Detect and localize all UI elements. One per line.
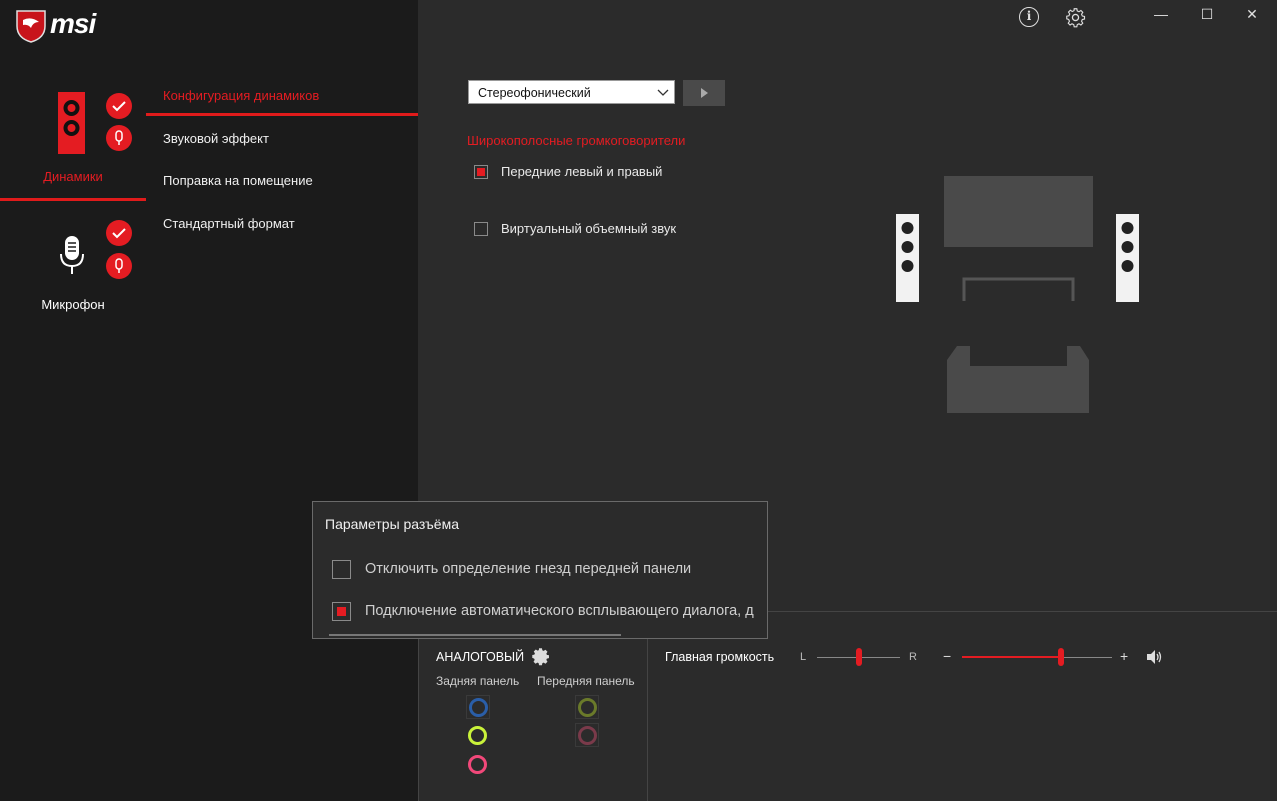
dragon-shield-icon <box>16 10 46 43</box>
settings-gear-icon[interactable] <box>1065 7 1086 28</box>
popup-title: Параметры разъёма <box>325 516 459 532</box>
device-speakers[interactable]: Динамики <box>0 82 146 200</box>
speaker-layout-diagram <box>896 176 1139 413</box>
disable-front-detect-label: Отключить определение гнезд передней пан… <box>365 561 692 577</box>
jack-pink-icon <box>468 755 487 774</box>
virtual-surround-label: Виртуальный объемный звук <box>501 221 677 236</box>
default-device-check-icon[interactable] <box>106 93 132 119</box>
submenu-item-room-correction[interactable]: Поправка на помещение <box>163 173 313 188</box>
balance-slider-thumb[interactable] <box>855 648 862 666</box>
speaker-config-dropdown[interactable]: Стереофонический <box>468 80 675 104</box>
active-device-indicator <box>0 198 146 201</box>
mic-default-check-icon[interactable] <box>106 220 132 246</box>
auto-popup-label: Подключение автоматического всплывающего… <box>365 603 754 619</box>
table <box>962 277 1075 301</box>
speaker-device-icon <box>58 92 85 154</box>
virtual-surround-checkbox[interactable] <box>474 222 488 236</box>
chevron-down-icon <box>657 89 669 96</box>
mic-comm-device-icon[interactable] <box>106 253 132 279</box>
submenu-item-sound-effect[interactable]: Звуковой эффект <box>163 131 269 146</box>
analog-title: АНАЛОГОВЫЙ <box>436 650 525 664</box>
balance-left-label: L <box>800 651 807 663</box>
front-lr-label: Передние левый и правый <box>501 164 663 179</box>
auto-popup-checkbox[interactable] <box>332 602 351 621</box>
default-comm-device-icon[interactable] <box>106 125 132 151</box>
minimize-button[interactable]: — <box>1149 6 1173 22</box>
maximize-button[interactable]: ☐ <box>1195 6 1219 23</box>
brand-name: msi <box>50 8 96 39</box>
front-jack-green[interactable] <box>575 695 599 719</box>
volume-slider-fill <box>962 656 1061 658</box>
checkbox-checked-mark <box>337 607 346 616</box>
volume-plus-button[interactable]: + <box>1120 648 1128 664</box>
sofa <box>947 346 1089 413</box>
speaker-volume-icon[interactable] <box>1146 650 1164 664</box>
section-title: Широкополосные громкоговорители <box>467 133 686 148</box>
close-button[interactable]: ✕ <box>1240 6 1264 23</box>
device-label-speakers: Динамики <box>43 169 103 184</box>
jack-front-green-icon <box>578 698 597 717</box>
dropdown-selected-value: Стереофонический <box>478 86 591 100</box>
left-speaker <box>896 214 919 302</box>
device-label-microphone: Микрофон <box>41 297 105 312</box>
disable-front-detect-checkbox[interactable] <box>332 560 351 579</box>
popup-scrollbar[interactable] <box>329 634 621 636</box>
jack-green-icon <box>468 726 487 745</box>
jack-blue-icon <box>469 698 488 717</box>
test-play-button[interactable] <box>683 80 725 106</box>
submenu-active-indicator <box>146 113 418 116</box>
rear-jack-blue[interactable] <box>466 695 490 719</box>
tv-screen <box>944 176 1093 247</box>
volume-minus-button[interactable]: − <box>943 648 951 664</box>
volume-slider-thumb[interactable] <box>1058 648 1064 666</box>
analog-jack-panel <box>418 612 648 801</box>
right-speaker <box>1116 214 1139 302</box>
front-jack-pink[interactable] <box>575 723 599 747</box>
balance-right-label: R <box>909 651 917 663</box>
front-lr-checkbox[interactable] <box>474 165 488 179</box>
info-icon[interactable]: i <box>1019 7 1039 27</box>
jack-front-pink-icon <box>578 726 597 745</box>
submenu-panel <box>146 0 418 801</box>
front-panel-label: Передняя панель <box>537 674 635 688</box>
device-microphone[interactable]: Микрофон <box>0 210 146 320</box>
master-volume-label: Главная громкость <box>665 650 775 664</box>
rear-panel-label: Задняя панель <box>436 674 520 688</box>
jack-settings-popup: Параметры разъёма Отключить определение … <box>312 501 768 639</box>
submenu-item-speaker-config[interactable]: Конфигурация динамиков <box>163 88 319 103</box>
microphone-device-icon <box>60 236 84 274</box>
play-icon <box>701 88 708 98</box>
jack-settings-gear-icon[interactable] <box>531 647 550 666</box>
submenu-item-default-format[interactable]: Стандартный формат <box>163 216 295 231</box>
